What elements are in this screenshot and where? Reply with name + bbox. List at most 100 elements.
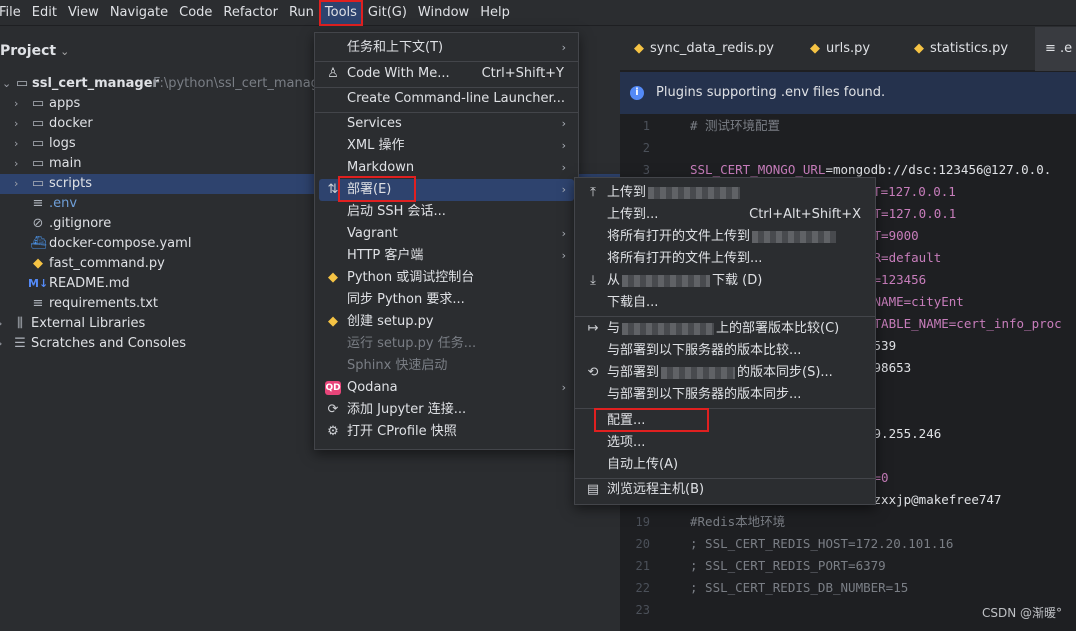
menu-window[interactable]: Window [414,2,473,24]
python-file-icon: ◆ [914,41,924,56]
project-header[interactable]: Project ⌄ [0,43,69,59]
root-name: ssl_cert_manager [32,76,159,91]
upload-icon: ⤒ [590,185,596,200]
menu-compare-server[interactable]: ↦ 与上的部署版本比较(C) [579,318,871,340]
menu-upload-to-server[interactable]: ⤒ 上传到 [579,182,871,204]
menu-separator [315,61,578,62]
python-file-icon: ◆ [634,41,644,56]
code-line[interactable]: # 测试环境配置 [690,115,780,137]
profiler-icon: ⚙ [327,424,339,439]
menu-help[interactable]: Help [476,2,514,24]
watermark: CSDN @渐暖° [981,606,1062,620]
tab-statistics[interactable]: ◆ statistics.py [914,27,1008,71]
chevron-right-icon[interactable]: › [14,94,26,114]
tab-env[interactable]: ≡ .e [1035,27,1076,71]
chevron-right-icon: › [561,41,566,54]
line-number: 22 [635,581,650,595]
chevron-right-icon[interactable]: › [14,154,26,174]
sync-icon: ⟲ [587,365,599,380]
root-path: F:\python\ssl_cert_manage [153,76,327,91]
code-line[interactable]: ; SSL_CERT_REDIS_HOST=172.20.101.16 [690,533,953,555]
folder-icon: ▭ [31,136,45,151]
menu-upload-to[interactable]: 上传到... Ctrl+Alt+Shift+X [579,204,871,226]
menu-code-with-me[interactable]: ♙ Code With Me... Ctrl+Shift+Y [319,63,574,85]
menu-vagrant[interactable]: Vagrant › [319,223,574,245]
folder-icon: ▭ [31,156,45,171]
code-line[interactable]: _TABLE_NAME=cert_info_proc [866,313,1062,335]
tab-urls[interactable]: ◆ urls.py [810,27,870,71]
chevron-right-icon[interactable]: › [14,174,26,194]
compare-icon: ↦ [587,321,599,336]
menu-tools[interactable]: Tools [318,0,363,26]
chevron-right-icon: › [561,381,566,394]
menu-navigate[interactable]: Navigate [106,2,172,24]
menu-python-console[interactable]: ◆ Python 或调试控制台 [319,267,574,289]
menu-tasks[interactable]: 任务和上下文(T) › [319,37,574,59]
menu-file[interactable]: File [0,2,25,24]
menu-download-from-server[interactable]: ⤓ 从下载 (D) [579,270,871,292]
code-line[interactable]: _NAME=cityEnt [866,291,964,313]
menu-compare-to[interactable]: 与部署到以下服务器的版本比较... [579,340,871,362]
chevron-right-icon: › [561,183,566,196]
chevron-right-icon[interactable]: › [14,134,26,154]
chevron-right-icon: › [561,139,566,152]
chevron-right-icon: › [561,227,566,240]
menu-upload-all-to[interactable]: 将所有打开的文件上传到... [579,248,871,270]
menu-jupyter[interactable]: ⟳ 添加 Jupyter 连接... [319,399,574,421]
menu-code[interactable]: Code [175,2,216,24]
menu-sync-to[interactable]: 与部署到以下服务器的版本同步... [579,384,871,406]
file-lines-icon: ≡ [32,196,44,211]
plugin-notification: i Plugins supporting .env files found. [620,72,1076,114]
menu-services[interactable]: Services › [319,113,574,135]
menu-create-launcher[interactable]: Create Command-line Launcher... [319,88,574,110]
file-lines-icon: ≡ [1045,41,1061,56]
menu-sync-python[interactable]: 同步 Python 要求... [319,289,574,311]
menu-ssh[interactable]: 启动 SSH 会话... [319,201,574,223]
code-line[interactable]: ER=default [866,247,941,269]
markdown-file-icon: M↓ [28,277,49,290]
menu-run[interactable]: Run [285,2,318,24]
code-line[interactable]: ; SSL_CERT_REDIS_DB_NUMBER=15 [690,577,908,599]
menu-git[interactable]: Git(G) [364,2,411,24]
download-icon: ⤓ [590,273,596,288]
code-line[interactable]: ; SSL_CERT_REDIS_PORT=6379 [690,555,886,577]
chevron-down-icon[interactable]: ⌄ [2,74,14,94]
menu-http-client[interactable]: HTTP 客户端 › [319,245,574,267]
chevron-right-icon[interactable]: › [0,314,10,334]
menu-cprofile[interactable]: ⚙ 打开 CProfile 快照 [319,421,574,443]
menu-options[interactable]: 选项... [579,432,871,454]
menu-sphinx[interactable]: Sphinx 快速启动 [319,355,574,377]
line-number: 20 [635,537,650,551]
chevron-right-icon[interactable]: › [14,114,26,134]
chevron-right-icon[interactable]: › [0,334,10,354]
folder-icon: ▭ [31,96,45,111]
chevron-right-icon: › [561,249,566,262]
menu-auto-upload[interactable]: 自动上传(A) [579,454,871,476]
menu-refactor[interactable]: Refactor [219,2,282,24]
menu-edit[interactable]: Edit [28,2,61,24]
docker-icon: ⛴ [30,236,47,251]
highlight-box [594,408,709,432]
chevron-right-icon: › [561,117,566,130]
line-number: 19 [635,515,650,529]
menu-create-setup[interactable]: ◆ 创建 setup.py [319,311,574,333]
menu-qodana[interactable]: QD Qodana › [319,377,574,399]
python-file-icon: ◆ [810,41,820,56]
file-lines-icon: ≡ [32,296,44,311]
menu-sync-server[interactable]: ⟲ 与部署到 的版本同步(S)... [579,362,871,384]
code-line[interactable]: #Redis本地环境 [690,511,785,533]
menu-browse-remote[interactable]: ▤ 浏览远程主机(B) [579,479,871,501]
code-line[interactable]: ST=127.0.0.1 [866,203,956,225]
menu-run-setup[interactable]: 运行 setup.py 任务... [319,333,574,355]
editor-tabs: ◆ sync_data_redis.py ◆ urls.py ◆ statistics… [620,27,1076,71]
menu-bar: File Edit View Navigate Code Refactor Ru… [0,0,1076,26]
user-add-icon: ♙ [327,66,339,81]
menu-view[interactable]: View [64,2,103,24]
ignore-file-icon: ⊘ [32,216,44,231]
menu-download-from[interactable]: 下载自... [579,292,871,314]
code-line[interactable]: =zxxjp@makefree747 [866,489,1001,511]
menu-xml[interactable]: XML 操作 › [319,135,574,157]
tab-sync-data-redis[interactable]: ◆ sync_data_redis.py [634,27,774,71]
menu-upload-all-to-server[interactable]: 将所有打开的文件上传到 [579,226,871,248]
code-line[interactable]: 19.255.246 [866,423,941,445]
